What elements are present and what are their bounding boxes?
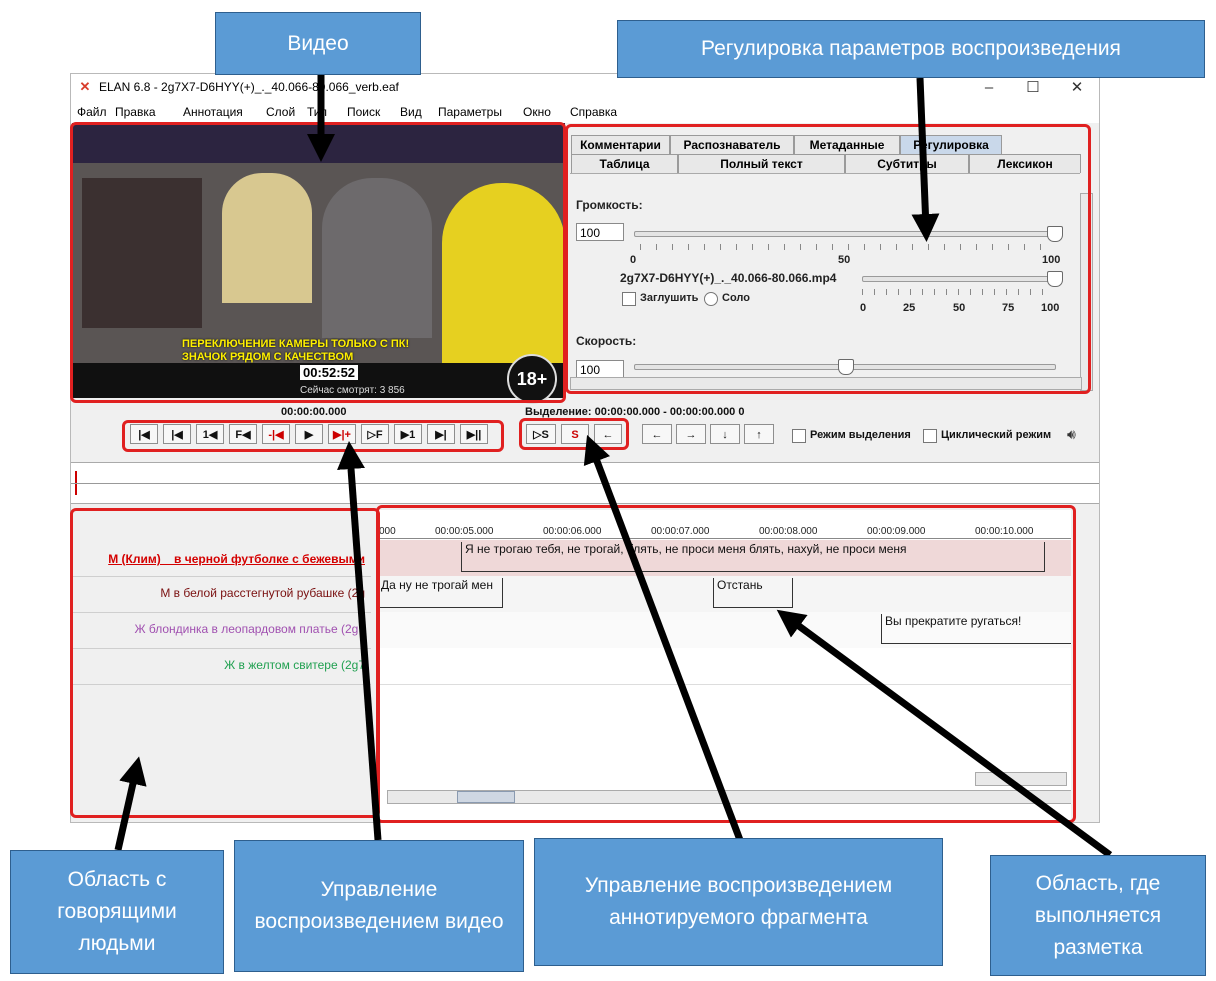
callout-fragment-playback-control: Управление воспроизведением аннотируемог… <box>534 838 943 966</box>
arrow-fragment-control <box>583 434 744 842</box>
arrow-video-control <box>337 441 382 841</box>
annotation-arrows <box>114 70 1113 858</box>
callout-speakers-area: Область с говорящими людьми <box>10 850 224 974</box>
callout-markup-area: Область, где выполняется разметка <box>990 855 1206 976</box>
callout-playback-params: Регулировка параметров воспроизведения <box>617 20 1205 78</box>
callout-video: Видео <box>215 12 421 75</box>
arrow-speakers <box>114 756 147 851</box>
arrow-params <box>911 77 940 242</box>
callout-video-playback-control: Управление воспроизведением видео <box>234 840 524 972</box>
arrow-markup <box>776 609 1113 858</box>
